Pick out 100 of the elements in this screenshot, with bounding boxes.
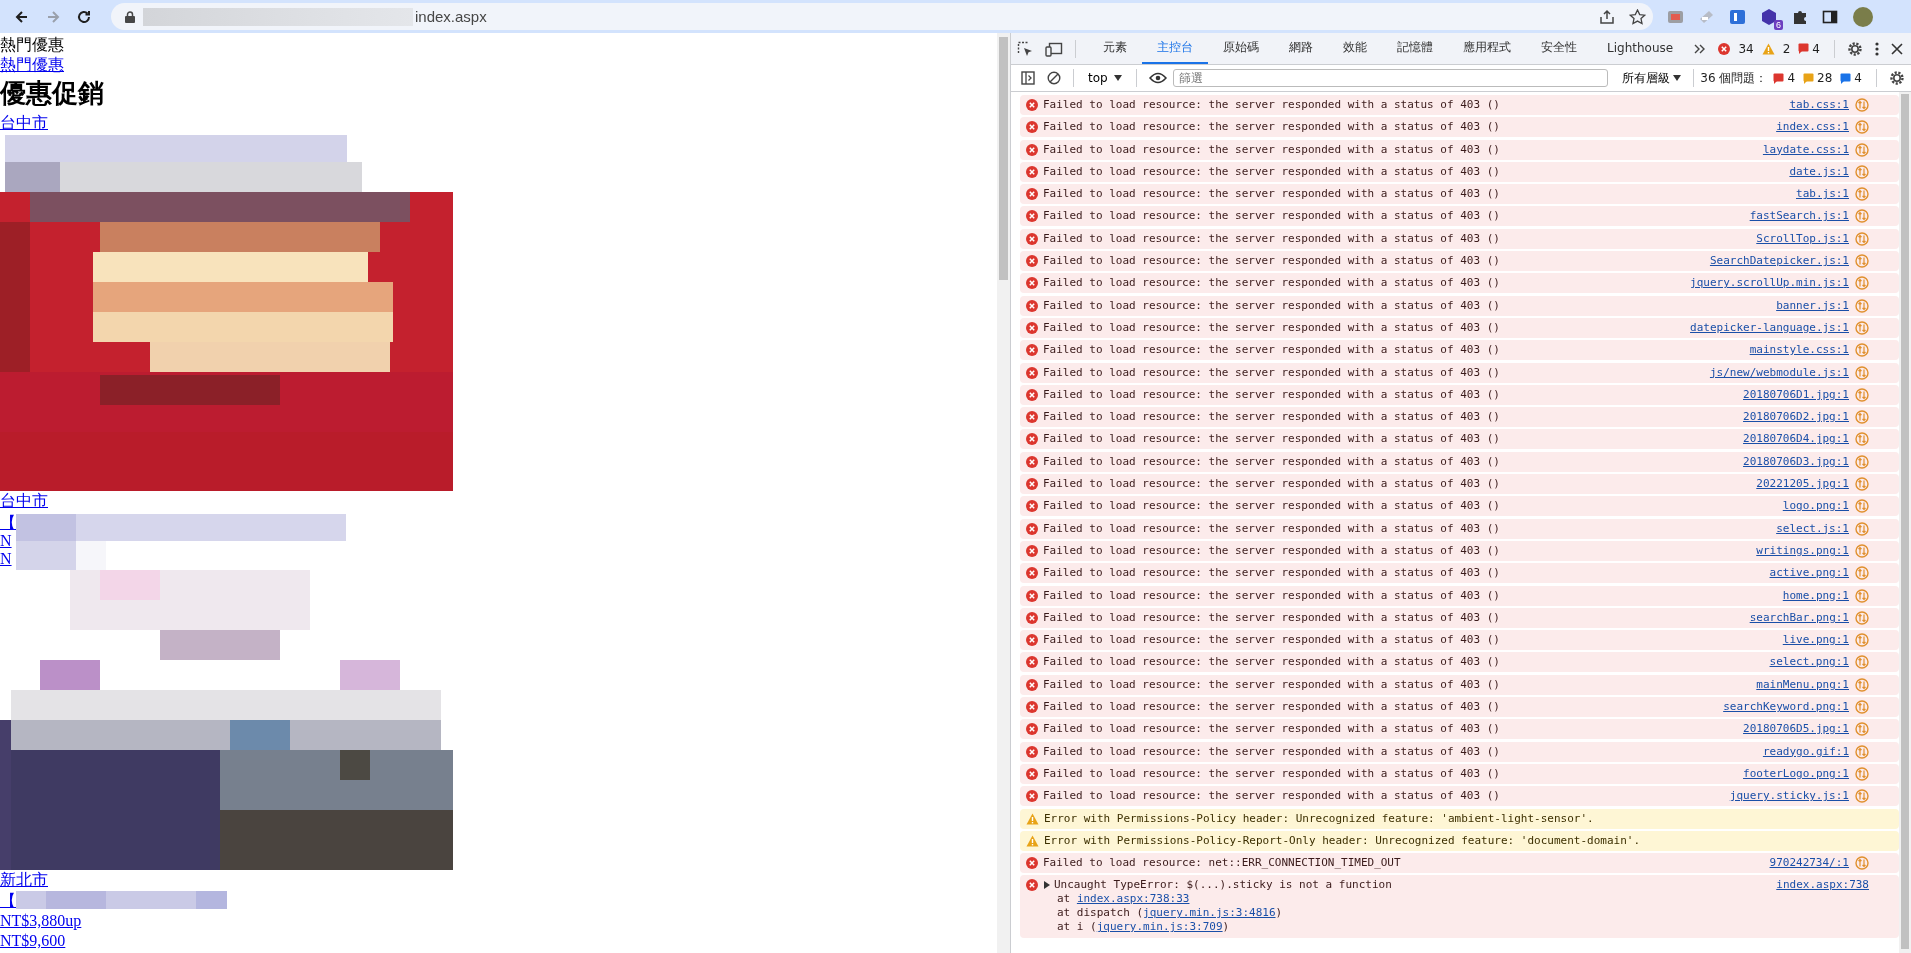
source-link[interactable]: jquery.scrollUp.min.js:1: [1690, 276, 1849, 291]
settings-icon[interactable]: [1847, 40, 1863, 57]
network-icon[interactable]: [1855, 588, 1869, 603]
network-icon[interactable]: [1855, 700, 1869, 714]
device-icon[interactable]: [1045, 40, 1063, 57]
network-icon[interactable]: [1855, 610, 1869, 625]
stack-link[interactable]: jquery.min.js:3:4816: [1143, 906, 1276, 920]
source-link[interactable]: 20180706D2.jpg:1: [1743, 410, 1849, 425]
source-link[interactable]: 20180706D1.jpg:1: [1743, 387, 1849, 402]
devtools-tab[interactable]: 應用程式: [1448, 33, 1526, 64]
network-icon[interactable]: [1855, 209, 1869, 224]
network-icon[interactable]: [1855, 320, 1869, 335]
side-panel-icon[interactable]: [1822, 8, 1838, 25]
network-icon[interactable]: [1855, 142, 1869, 157]
issue-count[interactable]: 4: [1812, 41, 1820, 56]
puzzle-icon[interactable]: [1792, 8, 1808, 25]
source-link[interactable]: writings.png:1: [1756, 543, 1849, 558]
devtools-tab[interactable]: 元素: [1088, 33, 1142, 64]
stack-link[interactable]: index.aspx:738:33: [1076, 892, 1190, 906]
network-icon[interactable]: [1855, 766, 1869, 781]
close-icon[interactable]: [1891, 42, 1903, 55]
network-icon[interactable]: [1855, 387, 1869, 402]
scrollbar[interactable]: [1899, 92, 1911, 953]
source-link[interactable]: jquery.sticky.js:1: [1729, 789, 1849, 804]
network-icon[interactable]: [1855, 164, 1869, 179]
source-link[interactable]: footerLogo.png:1: [1743, 766, 1849, 781]
source-link[interactable]: banner.js:1: [1776, 298, 1849, 313]
source-link[interactable]: 20180706D4.jpg:1: [1743, 432, 1849, 447]
network-icon[interactable]: [1855, 254, 1869, 269]
source-link[interactable]: logo.png:1: [1782, 499, 1849, 514]
more-options-icon[interactable]: [1875, 41, 1879, 56]
devtools-tab[interactable]: 效能: [1328, 33, 1382, 64]
eye-icon[interactable]: [1148, 72, 1167, 84]
source-link[interactable]: live.png:1: [1782, 633, 1849, 648]
context-dropdown[interactable]: top: [1080, 71, 1130, 85]
source-link[interactable]: mainstyle.css:1: [1749, 343, 1849, 358]
network-icon[interactable]: [1855, 856, 1869, 871]
devtools-tab[interactable]: 網路: [1274, 33, 1328, 64]
inspect-icon[interactable]: [1017, 40, 1033, 57]
issue-count[interactable]: 28: [1817, 71, 1833, 85]
network-icon[interactable]: [1855, 343, 1869, 358]
devtools-tab[interactable]: 主控台: [1142, 33, 1208, 64]
extension-icon[interactable]: [1760, 7, 1778, 26]
network-icon[interactable]: [1855, 655, 1869, 670]
issue-count[interactable]: 4: [1787, 71, 1796, 85]
profile-avatar[interactable]: [1853, 6, 1873, 27]
network-icon[interactable]: [1855, 499, 1869, 514]
devtools-tab[interactable]: 安全性: [1526, 33, 1592, 64]
page-link[interactable]: 熱門優惠: [0, 55, 64, 75]
source-link[interactable]: searchBar.png:1: [1749, 610, 1849, 625]
page-link[interactable]: 新北市: [0, 870, 48, 890]
settings-icon[interactable]: [1889, 70, 1905, 86]
issue-count[interactable]: 4: [1854, 71, 1862, 85]
source-link[interactable]: select.png:1: [1769, 655, 1849, 670]
source-link[interactable]: home.png:1: [1782, 588, 1849, 603]
share-icon[interactable]: [1599, 8, 1615, 25]
expand-triangle-icon[interactable]: [1043, 881, 1051, 890]
stack-link[interactable]: jquery.min.js:3:709: [1096, 920, 1223, 934]
source-link[interactable]: datepicker-language.js:1: [1690, 320, 1849, 335]
page-link[interactable]: 【: [0, 891, 16, 911]
source-link[interactable]: 970242734/:1: [1769, 856, 1849, 871]
star-icon[interactable]: [1629, 8, 1646, 25]
extension-icon[interactable]: [1729, 8, 1746, 25]
warning-count[interactable]: 2: [1782, 41, 1791, 56]
source-link[interactable]: active.png:1: [1769, 566, 1849, 581]
source-link[interactable]: SearchDatepicker.js:1: [1709, 254, 1849, 269]
network-icon[interactable]: [1855, 477, 1869, 492]
page-link[interactable]: NT$3,880up: [0, 911, 82, 931]
devtools-tab[interactable]: Lighthouse: [1592, 33, 1689, 64]
source-link[interactable]: searchKeyword.png:1: [1723, 700, 1849, 714]
source-link[interactable]: select.js:1: [1776, 521, 1849, 536]
page-link[interactable]: 台中市: [0, 113, 48, 133]
source-link[interactable]: js/new/webmodule.js:1: [1709, 365, 1849, 380]
page-link[interactable]: NT$9,600: [0, 931, 66, 951]
source-link[interactable]: date.js:1: [1789, 164, 1849, 179]
page-link[interactable]: N: [0, 532, 16, 550]
clear-icon[interactable]: [1047, 71, 1061, 85]
filter-field[interactable]: 篩選: [1172, 69, 1609, 87]
network-icon[interactable]: [1855, 187, 1869, 202]
address-bar[interactable]: index.aspx: [111, 3, 1653, 30]
page-link[interactable]: 台中市: [0, 491, 48, 511]
network-icon[interactable]: [1855, 789, 1869, 804]
network-icon[interactable]: [1855, 722, 1869, 737]
source-link[interactable]: mainMenu.png:1: [1756, 677, 1849, 692]
network-icon[interactable]: [1855, 744, 1869, 759]
source-link[interactable]: 20221205.jpg:1: [1756, 477, 1849, 492]
network-icon[interactable]: [1855, 365, 1869, 380]
network-icon[interactable]: [1855, 566, 1869, 581]
source-link[interactable]: fastSearch.js:1: [1749, 209, 1849, 224]
network-icon[interactable]: [1855, 298, 1869, 313]
network-icon[interactable]: [1855, 454, 1869, 469]
source-link[interactable]: 20180706D3.jpg:1: [1743, 454, 1849, 469]
source-link[interactable]: index.aspx:738: [1776, 878, 1869, 893]
page-link[interactable]: 【: [0, 514, 16, 532]
network-icon[interactable]: [1855, 677, 1869, 692]
levels-dropdown[interactable]: 所有層級: [1616, 68, 1688, 88]
network-icon[interactable]: [1855, 120, 1869, 135]
source-link[interactable]: readygo.gif:1: [1762, 744, 1849, 759]
more-tabs-icon[interactable]: [1694, 42, 1707, 55]
network-icon[interactable]: [1855, 432, 1869, 447]
